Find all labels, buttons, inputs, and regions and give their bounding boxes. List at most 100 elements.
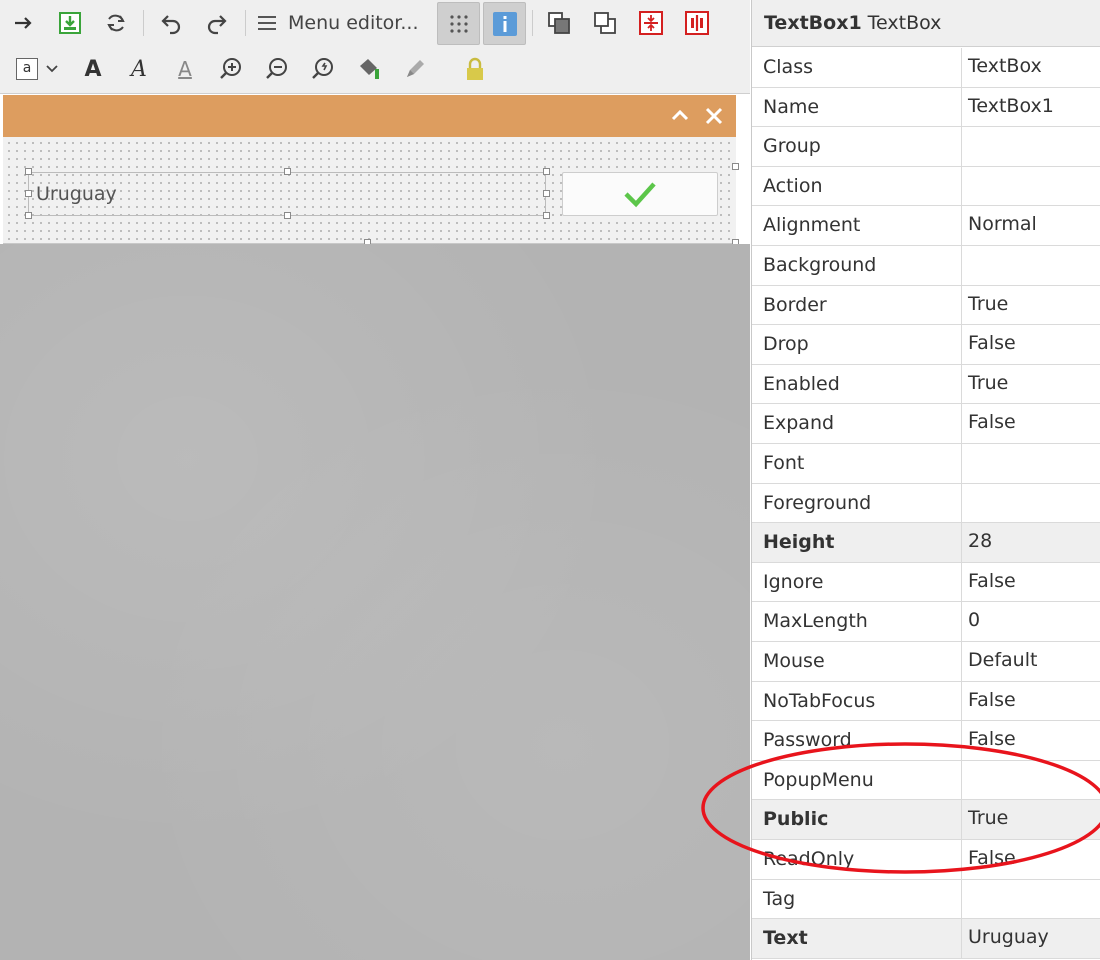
property-row-height[interactable]: Height 28 (752, 523, 1100, 563)
close-icon[interactable] (702, 104, 726, 128)
property-value[interactable]: False (961, 840, 1100, 879)
property-name: Text (763, 927, 808, 950)
property-value[interactable] (961, 166, 1100, 206)
property-name: MaxLength (763, 610, 868, 633)
same-width-icon[interactable] (678, 4, 716, 42)
fill-color-icon[interactable] (350, 50, 388, 88)
property-row-background[interactable]: Background (752, 246, 1100, 286)
property-row-foreground[interactable]: Foreground (752, 483, 1100, 524)
property-value[interactable] (961, 246, 1100, 285)
property-row-text[interactable]: Text Uruguay (752, 919, 1100, 959)
property-value[interactable]: False (961, 404, 1100, 443)
undo-icon[interactable] (152, 4, 190, 42)
property-row-action[interactable]: Action (752, 166, 1100, 207)
property-value[interactable]: True (961, 285, 1100, 325)
property-row-enabled[interactable]: Enabled True (752, 364, 1100, 405)
property-value[interactable]: False (961, 325, 1100, 364)
property-row-border[interactable]: Border True (752, 285, 1100, 326)
arrow-right-icon[interactable] (5, 4, 43, 42)
resize-handle[interactable] (543, 168, 550, 175)
property-value[interactable] (961, 127, 1100, 166)
property-row-readonly[interactable]: ReadOnly False (752, 840, 1100, 880)
property-name: Public (763, 808, 829, 831)
property-name: Tag (763, 887, 796, 910)
chevron-up-icon[interactable] (668, 104, 692, 128)
toolbar-separator (245, 10, 246, 36)
font-bold-icon[interactable]: A (74, 50, 112, 88)
same-height-icon[interactable] (632, 4, 670, 42)
toolbar-separator (532, 10, 533, 36)
grid-icon[interactable] (437, 2, 480, 45)
textbox-control[interactable]: Uruguay (28, 172, 546, 216)
resize-handle[interactable] (25, 168, 32, 175)
property-row-drop[interactable]: Drop False (752, 325, 1100, 365)
property-name: Height (763, 531, 835, 554)
property-value[interactable] (961, 444, 1100, 483)
resize-handle[interactable] (543, 212, 550, 219)
property-row-notabfocus[interactable]: NoTabFocus False (752, 681, 1100, 722)
property-name: Ignore (763, 570, 824, 593)
property-row-mouse[interactable]: Mouse Default (752, 642, 1100, 682)
property-value[interactable]: TextBox1 (961, 87, 1100, 127)
resize-handle[interactable] (25, 190, 32, 197)
send-to-back-icon[interactable] (586, 4, 624, 42)
property-value[interactable]: 28 (961, 523, 1100, 562)
property-row-maxlength[interactable]: MaxLength 0 (752, 602, 1100, 642)
property-row-tag[interactable]: Tag (752, 879, 1100, 920)
property-value[interactable]: TextBox (961, 48, 1100, 87)
resize-handle[interactable] (284, 168, 291, 175)
property-name: Group (763, 135, 821, 158)
property-row-class[interactable]: Class TextBox (752, 48, 1100, 88)
lock-icon[interactable] (456, 50, 494, 88)
property-name: Name (763, 95, 820, 118)
menu-editor-button[interactable]: Menu editor... (256, 4, 419, 42)
property-row-alignment[interactable]: Alignment Normal (752, 206, 1100, 246)
font-italic-icon[interactable]: A (120, 50, 158, 88)
resize-handle[interactable] (284, 212, 291, 219)
zoom-in-icon[interactable] (212, 50, 250, 88)
refresh-icon[interactable] (97, 4, 135, 42)
property-row-group[interactable]: Group (752, 127, 1100, 167)
font-underline-icon[interactable]: A (166, 50, 204, 88)
property-value[interactable]: Uruguay (961, 919, 1100, 958)
redo-icon[interactable] (198, 4, 236, 42)
menu-editor-label: Menu editor... (288, 12, 419, 34)
zoom-reset-icon[interactable] (304, 50, 342, 88)
pencil-icon[interactable] (396, 50, 434, 88)
property-value[interactable]: True (961, 800, 1100, 839)
resize-handle[interactable] (25, 212, 32, 219)
property-name: Expand (763, 412, 835, 435)
property-name: NoTabFocus (763, 689, 876, 712)
property-row-popupmenu[interactable]: PopupMenu (752, 760, 1100, 801)
property-value[interactable] (961, 879, 1100, 919)
save-form-icon[interactable] (51, 4, 89, 42)
property-value[interactable]: False (961, 681, 1100, 721)
property-row-name[interactable]: Name TextBox1 (752, 87, 1100, 128)
property-row-ignore[interactable]: Ignore False (752, 562, 1100, 603)
property-name: ReadOnly (763, 848, 855, 870)
property-name: Action (763, 174, 823, 197)
zoom-out-icon[interactable] (258, 50, 296, 88)
property-row-public[interactable]: Public True (752, 800, 1100, 840)
property-value[interactable]: True (961, 364, 1100, 404)
property-row-font[interactable]: Font (752, 444, 1100, 484)
property-name: Class (763, 56, 813, 78)
property-row-password[interactable]: Password False (752, 721, 1100, 761)
property-name: Alignment (763, 214, 861, 237)
property-value[interactable] (961, 760, 1100, 800)
form-resize-handle[interactable] (732, 163, 739, 170)
info-icon[interactable] (483, 2, 526, 45)
property-name: Mouse (763, 650, 825, 672)
property-row-expand[interactable]: Expand False (752, 404, 1100, 444)
property-name: Enabled (763, 372, 840, 395)
bring-to-front-icon[interactable] (540, 4, 578, 42)
property-value[interactable]: 0 (961, 602, 1100, 641)
resize-handle[interactable] (543, 190, 550, 197)
property-value[interactable]: False (961, 562, 1100, 602)
ok-button[interactable] (562, 172, 718, 216)
property-value[interactable]: False (961, 721, 1100, 760)
property-value[interactable]: Default (961, 642, 1100, 681)
text-object-button[interactable]: a (10, 50, 66, 88)
property-value[interactable] (961, 483, 1100, 523)
property-value[interactable]: Normal (961, 206, 1100, 245)
